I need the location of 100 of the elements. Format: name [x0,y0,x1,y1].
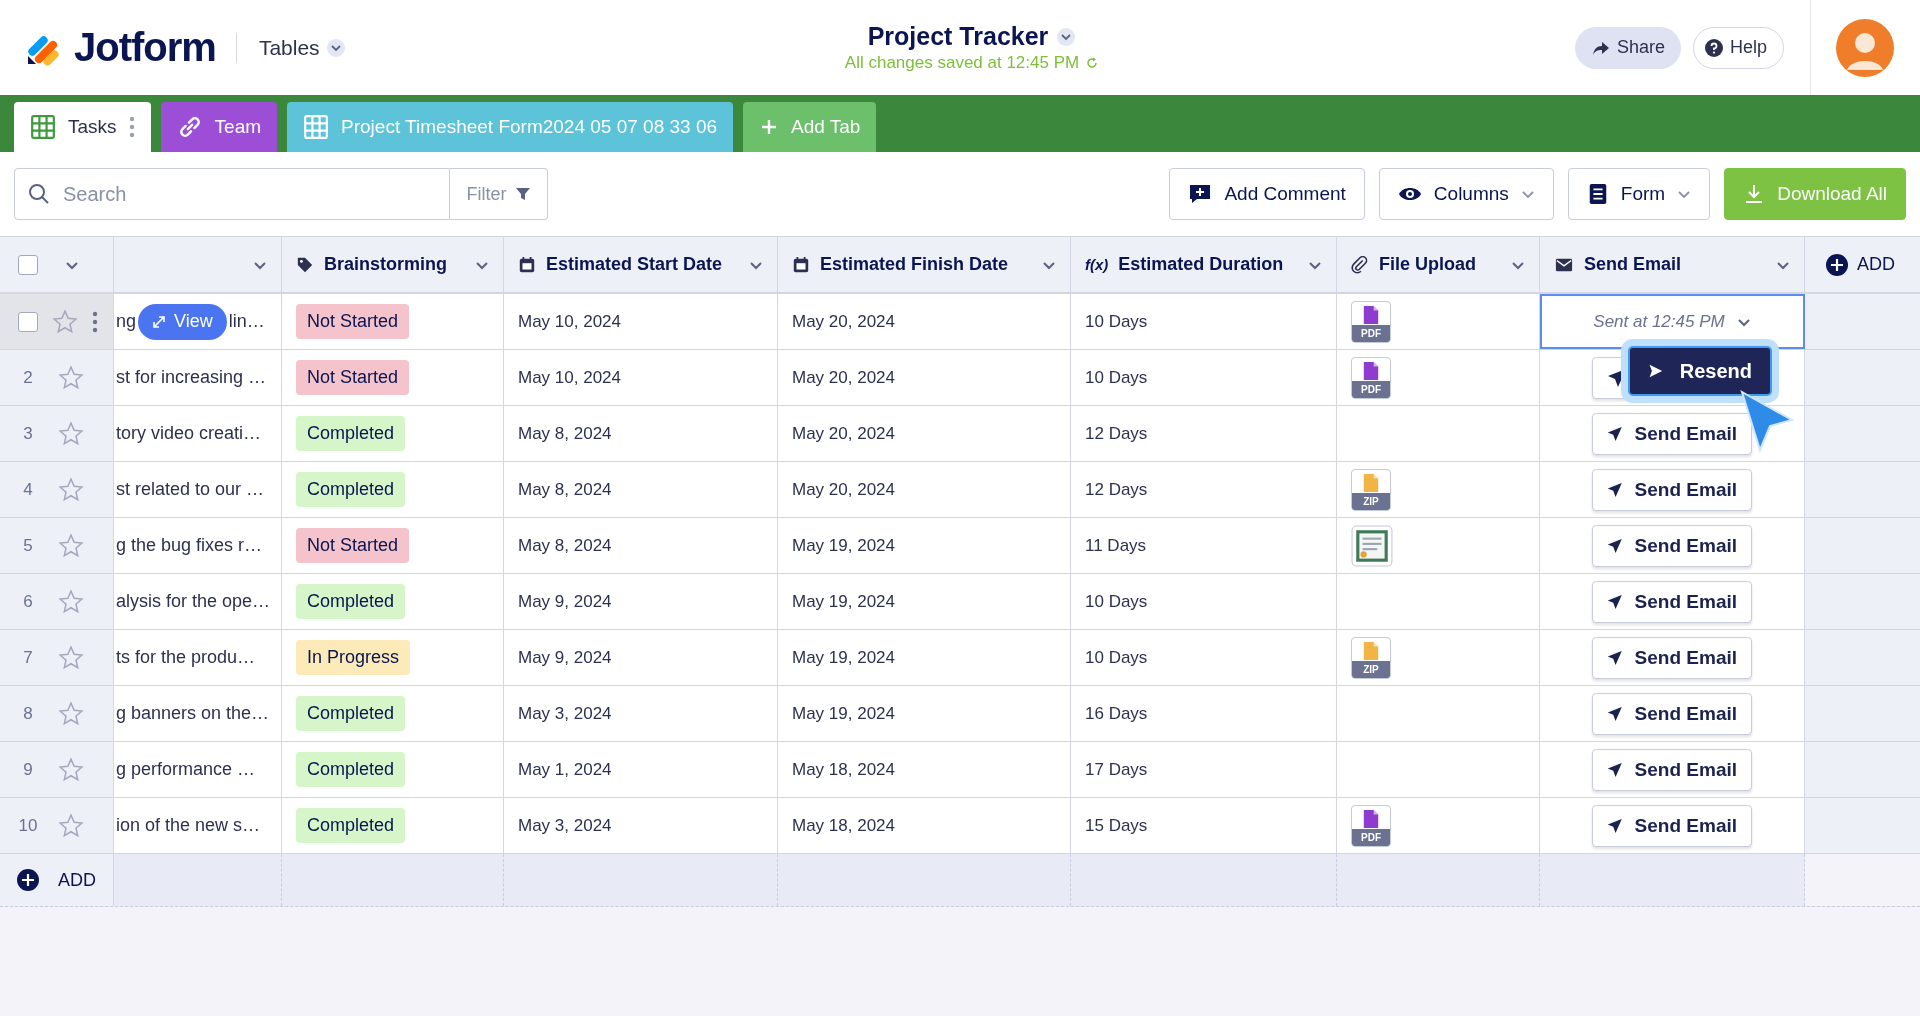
share-button[interactable]: Share [1574,26,1681,69]
duration-cell: 10 Days [1085,367,1148,388]
date-cell: May 8, 2024 [518,535,612,556]
file-thumbnail[interactable]: ZIP [1351,636,1391,679]
date-cell: May 19, 2024 [792,535,895,556]
status-tag: Not Started [296,304,410,339]
more-icon[interactable] [128,116,135,138]
send-email-button[interactable]: Send Email [1592,580,1752,623]
date-cell: May 3, 2024 [518,703,612,724]
avatar[interactable] [1835,17,1895,78]
calendar-icon [518,255,536,274]
date-cell: May 8, 2024 [518,423,612,444]
duration-cell: 10 Days [1085,591,1148,612]
task-text: alysis for the ope… [116,591,271,612]
row-checkbox[interactable] [18,311,38,332]
star-icon[interactable] [58,364,84,391]
column-header[interactable]: Estimated Start Date [504,237,778,292]
file-icon [1361,641,1381,660]
date-cell: May 10, 2024 [518,311,621,332]
toolbar-button[interactable]: Add Comment [1169,168,1365,220]
row-number: 9 [22,759,34,780]
file-icon [1361,809,1381,828]
status-tag: Completed [296,584,406,619]
date-cell: May 9, 2024 [518,591,612,612]
file-thumbnail[interactable]: PDF [1351,356,1391,399]
status-tag: Not Started [296,360,410,395]
duration-cell: 16 Days [1085,703,1148,724]
grid-icon [30,114,56,140]
star-icon[interactable] [58,476,84,503]
duration-cell: 11 Days [1085,535,1147,556]
expand-icon [152,314,167,329]
tab[interactable]: Tasks [14,102,151,152]
chevron-icon [325,37,346,58]
date-cell: May 1, 2024 [518,759,612,780]
filter-icon [514,186,531,202]
send-email-button[interactable]: Send Email [1592,524,1752,567]
chevron-icon[interactable] [1056,26,1077,47]
toolbar-button[interactable]: Form [1567,168,1711,220]
tab[interactable]: Team [160,102,278,152]
column-header[interactable]: f(x) Estimated Duration [1071,237,1337,292]
help-icon [1703,37,1724,58]
sent-status-dropdown[interactable]: Sent at 12:45 PM [1587,310,1757,333]
file-thumbnail[interactable]: PDF [1351,300,1391,343]
duration-cell: 17 Days [1085,759,1148,780]
duration-cell: 12 Days [1085,423,1148,444]
send-email-button[interactable]: Send Email [1592,804,1752,847]
column-header[interactable]: Brainstorming [282,237,504,292]
tag-icon [296,255,314,274]
more-icon[interactable] [92,310,98,333]
row-number: 7 [22,647,34,668]
send-email-button[interactable]: Send Email [1592,748,1752,791]
star-icon[interactable] [58,588,84,615]
star-icon[interactable] [58,756,84,783]
paperclip-icon [1351,255,1369,274]
date-cell: May 20, 2024 [792,311,895,332]
view-button[interactable]: View [138,303,227,340]
file-thumbnail[interactable]: PDF [1351,804,1391,847]
date-cell: May 10, 2024 [518,367,621,388]
duration-cell: 10 Days [1085,311,1148,332]
add-row-button[interactable]: ADD [0,854,114,906]
star-icon[interactable] [58,812,84,839]
send-email-button[interactable]: Send Email [1592,692,1752,735]
file-thumbnail[interactable]: ZIP [1351,468,1391,511]
task-text: lin… [228,311,265,332]
column-header[interactable]: File Upload [1337,237,1540,292]
star-icon[interactable] [58,644,84,671]
search-field[interactable]: Search [14,168,450,220]
task-text: st for increasing … [116,367,267,388]
help-button[interactable]: Help [1692,26,1784,69]
toolbar-button[interactable]: Columns [1378,168,1554,220]
plus-circle-icon [1825,252,1849,277]
grid-icon [303,114,330,140]
send-email-button[interactable]: Send Email [1592,468,1752,511]
column-header[interactable]: Estimated Finish Date [778,237,1071,292]
date-cell: May 3, 2024 [518,815,612,836]
send-email-button[interactable]: Send Email [1592,636,1752,679]
calendar-icon [792,255,810,274]
project-title[interactable]: Project Tracker [867,22,1049,51]
task-text: ion of the new s… [116,815,261,836]
star-icon[interactable] [58,532,84,559]
date-cell: May 20, 2024 [792,423,895,444]
status-tag: In Progress [296,640,411,675]
task-text: g banners on the… [116,703,270,724]
date-cell: May 20, 2024 [792,479,895,500]
star-icon[interactable] [58,700,84,727]
star-icon[interactable] [52,308,78,335]
star-icon[interactable] [58,420,84,447]
status-tag: Completed [296,808,406,843]
tables-dropdown[interactable]: Tables [258,35,346,60]
logo-text[interactable]: Jotform [74,25,216,70]
status-tag: Completed [296,696,406,731]
date-cell: May 8, 2024 [518,479,612,500]
date-cell: May 19, 2024 [792,703,895,724]
send-email-button[interactable]: Send Email [1592,412,1752,455]
comment-icon [1188,182,1213,206]
row-number: 2 [22,367,34,388]
date-cell: May 9, 2024 [518,647,612,668]
select-all-checkbox[interactable] [18,254,38,275]
row-number: 6 [22,591,34,612]
plus-circle-icon [16,868,40,892]
